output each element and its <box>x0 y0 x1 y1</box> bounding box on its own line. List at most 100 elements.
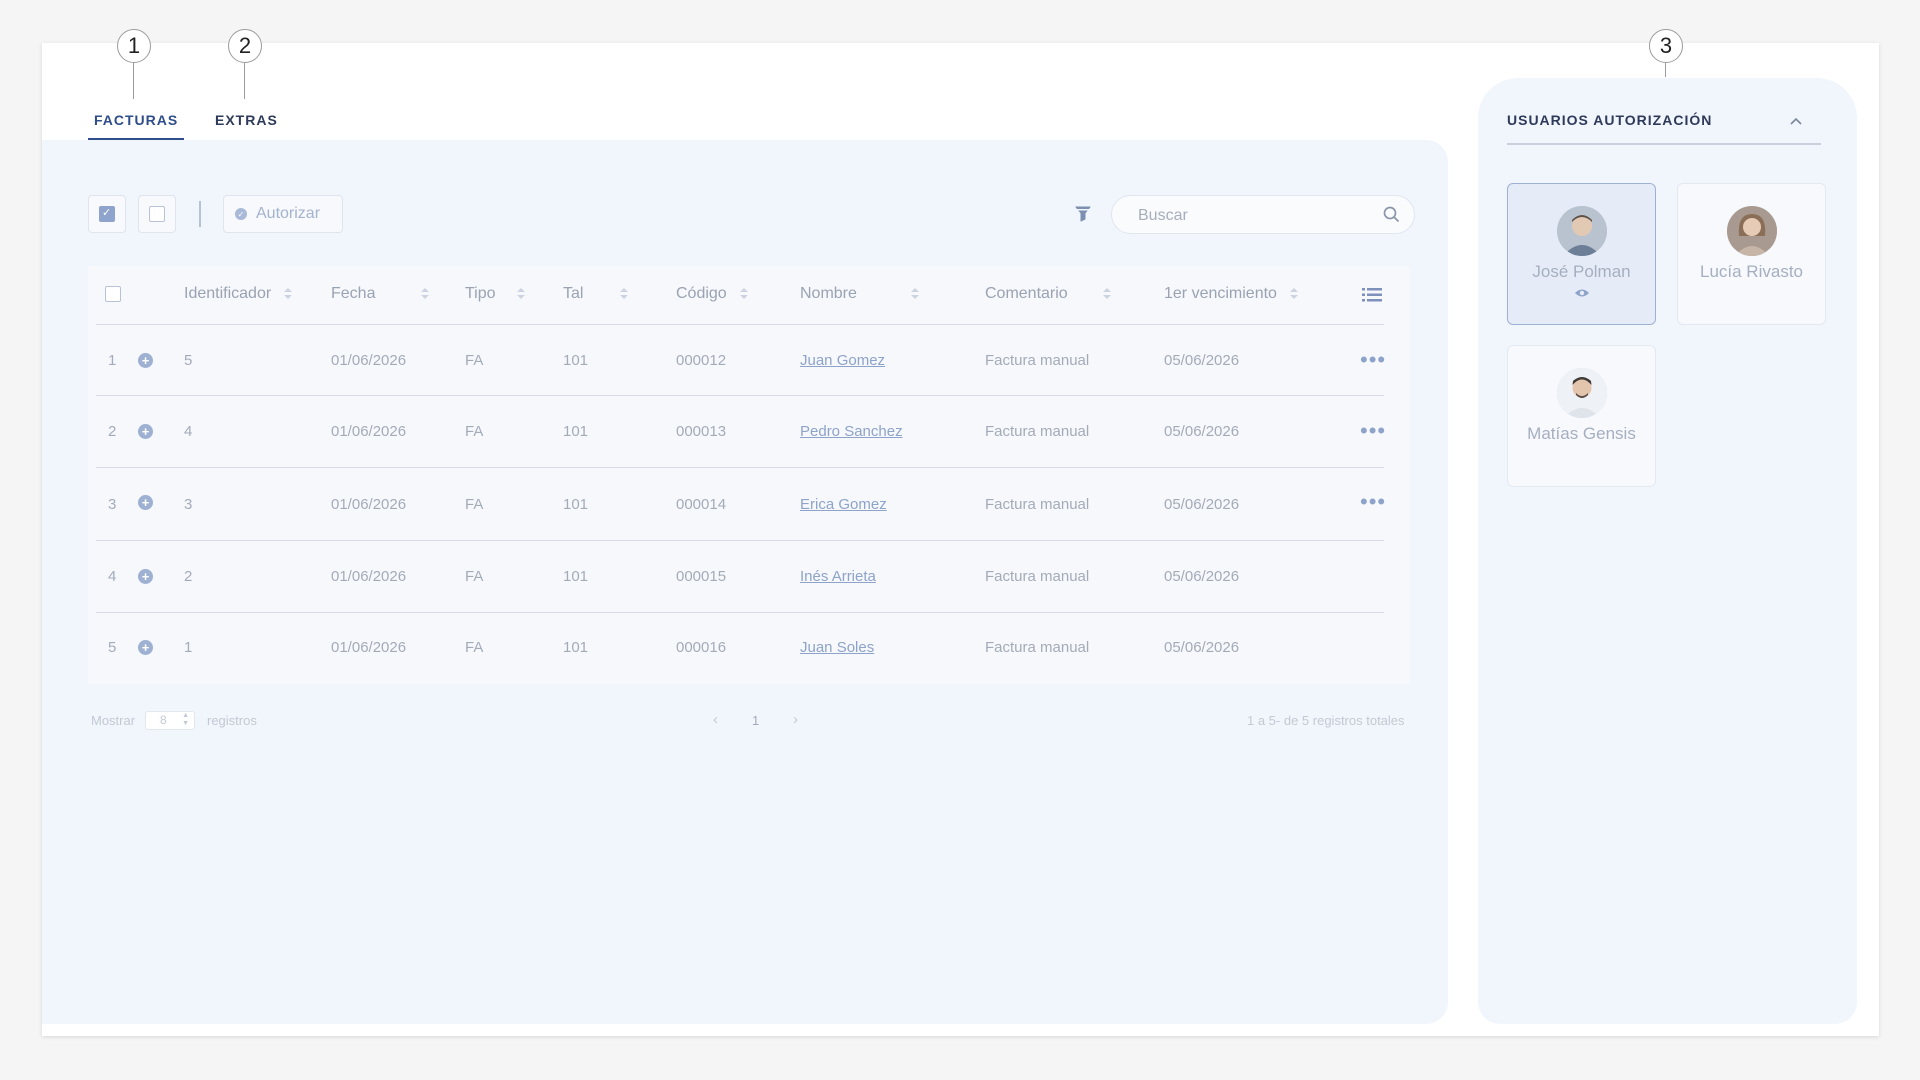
show-label: Mostrar <box>91 713 136 728</box>
filter-icon[interactable] <box>1075 205 1091 223</box>
prev-page-icon[interactable]: ‹ <box>713 711 718 728</box>
cell-fecha: 01/06/2026 <box>331 423 407 440</box>
row-divider <box>96 540 1384 541</box>
invoices-table <box>88 266 1410 684</box>
user-name: José Polman <box>1532 262 1631 281</box>
column-list-icon[interactable] <box>1362 287 1382 303</box>
cell-vencimiento: 05/06/2026 <box>1164 639 1240 656</box>
sort-icon <box>283 287 293 301</box>
user-name: Matías Gensis <box>1527 424 1636 443</box>
records-summary: 1 a 5- de 5 registros totales <box>1247 713 1405 728</box>
cell-codigo: 000013 <box>676 423 727 440</box>
cell-vencimiento: 05/06/2026 <box>1164 568 1240 585</box>
row-actions-icon[interactable]: ••• <box>1360 349 1386 371</box>
sort-icon <box>1289 287 1299 301</box>
column-header-tipo[interactable]: Tipo <box>465 285 526 303</box>
sort-icon <box>420 287 430 301</box>
callout-2: 2 <box>228 29 262 99</box>
cell-fecha: 01/06/2026 <box>331 639 407 656</box>
cell-vencimiento: 05/06/2026 <box>1164 423 1240 440</box>
current-page[interactable]: 1 <box>752 713 759 728</box>
sort-icon <box>910 287 920 301</box>
avatar <box>1556 368 1607 418</box>
cell-nombre-link[interactable]: Pedro Sanchez <box>800 423 903 440</box>
cell-codigo: 000016 <box>676 639 727 656</box>
cell-tipo: FA <box>465 423 484 440</box>
collapse-chevron-icon[interactable] <box>1790 117 1802 125</box>
select-all-button[interactable] <box>88 195 126 233</box>
deselect-all-button[interactable] <box>138 195 176 233</box>
avatar <box>1556 206 1607 256</box>
expand-row-icon[interactable]: + <box>138 495 153 510</box>
cell-comentario: Factura manual <box>985 352 1090 369</box>
cell-codigo: 000015 <box>676 568 727 585</box>
expand-row-icon[interactable]: + <box>138 640 153 655</box>
cell-tipo: FA <box>465 496 484 513</box>
column-header-nombre[interactable]: Nombre <box>800 285 920 303</box>
sort-icon <box>516 287 526 301</box>
cell-identificador: 2 <box>184 568 193 585</box>
page-size-select[interactable]: 8 ▲ ▼ <box>145 711 195 730</box>
cell-comentario: Factura manual <box>985 496 1090 513</box>
row-number: 1 <box>108 352 117 369</box>
toolbar-separator <box>199 201 201 227</box>
sort-icon <box>1102 287 1112 301</box>
callout-3: 3 <box>1649 29 1683 77</box>
cell-tipo: FA <box>465 639 484 656</box>
tab-facturas[interactable]: FACTURAS <box>88 112 185 140</box>
cell-identificador: 4 <box>184 423 193 440</box>
cell-vencimiento: 05/06/2026 <box>1164 496 1240 513</box>
cell-tal: 101 <box>563 352 589 369</box>
search-input[interactable] <box>1136 204 1380 228</box>
user-name: Lucía Rivasto <box>1700 262 1803 281</box>
authorize-button[interactable]: ✓ Autorizar <box>223 195 343 233</box>
panel-title: USUARIOS AUTORIZACIÓN <box>1507 112 1713 128</box>
user-card-lucia-rivasto[interactable]: Lucía Rivasto <box>1677 183 1826 325</box>
column-header-codigo[interactable]: Código <box>676 285 749 303</box>
search-box <box>1111 195 1415 234</box>
row-divider <box>96 467 1384 468</box>
checked-checkbox-icon <box>99 206 115 222</box>
sort-icon <box>619 287 629 301</box>
column-header-fecha[interactable]: Fecha <box>331 285 430 303</box>
cell-nombre-link[interactable]: Juan Soles <box>800 639 874 656</box>
row-actions-icon[interactable]: ••• <box>1360 491 1386 513</box>
expand-row-icon[interactable]: + <box>138 569 153 584</box>
cell-identificador: 1 <box>184 639 193 656</box>
authorize-label: Autorizar <box>256 205 321 222</box>
stepper-arrows-icon: ▲ ▼ <box>182 712 189 727</box>
callout-1: 1 <box>117 29 151 99</box>
column-header-tal[interactable]: Tal <box>563 285 629 303</box>
cell-codigo: 000014 <box>676 496 727 513</box>
search-icon[interactable] <box>1383 206 1400 223</box>
cell-nombre-link[interactable]: Inés Arrieta <box>800 568 876 585</box>
next-page-icon[interactable]: › <box>793 711 798 728</box>
row-divider <box>96 395 1384 396</box>
header-select-checkbox[interactable] <box>105 286 121 302</box>
user-card-matias-gensis[interactable]: Matías Gensis <box>1507 345 1656 487</box>
cell-fecha: 01/06/2026 <box>331 496 407 513</box>
cell-identificador: 3 <box>184 496 193 513</box>
row-number: 2 <box>108 423 117 440</box>
cell-nombre-link[interactable]: Juan Gomez <box>800 352 885 369</box>
row-actions-icon[interactable]: ••• <box>1360 420 1386 442</box>
column-header-identificador[interactable]: Identificador <box>184 285 293 303</box>
panel-title-underline <box>1507 143 1821 145</box>
check-circle-icon: ✓ <box>235 208 247 220</box>
cell-comentario: Factura manual <box>985 568 1090 585</box>
cell-vencimiento: 05/06/2026 <box>1164 352 1240 369</box>
row-number: 5 <box>108 639 117 656</box>
cell-comentario: Factura manual <box>985 639 1090 656</box>
cell-tal: 101 <box>563 423 589 440</box>
cell-fecha: 01/06/2026 <box>331 352 407 369</box>
cell-nombre-link[interactable]: Erica Gomez <box>800 496 887 513</box>
sort-icon <box>739 287 749 301</box>
expand-row-icon[interactable]: + <box>138 424 153 439</box>
tab-extras[interactable]: EXTRAS <box>209 112 284 138</box>
user-card-jose-polman[interactable]: José Polman <box>1507 183 1656 325</box>
row-divider <box>96 612 1384 613</box>
column-header-vencimiento[interactable]: 1er vencimiento <box>1164 285 1299 303</box>
expand-row-icon[interactable]: + <box>138 353 153 368</box>
column-header-comentario[interactable]: Comentario <box>985 285 1112 303</box>
cell-codigo: 000012 <box>676 352 727 369</box>
